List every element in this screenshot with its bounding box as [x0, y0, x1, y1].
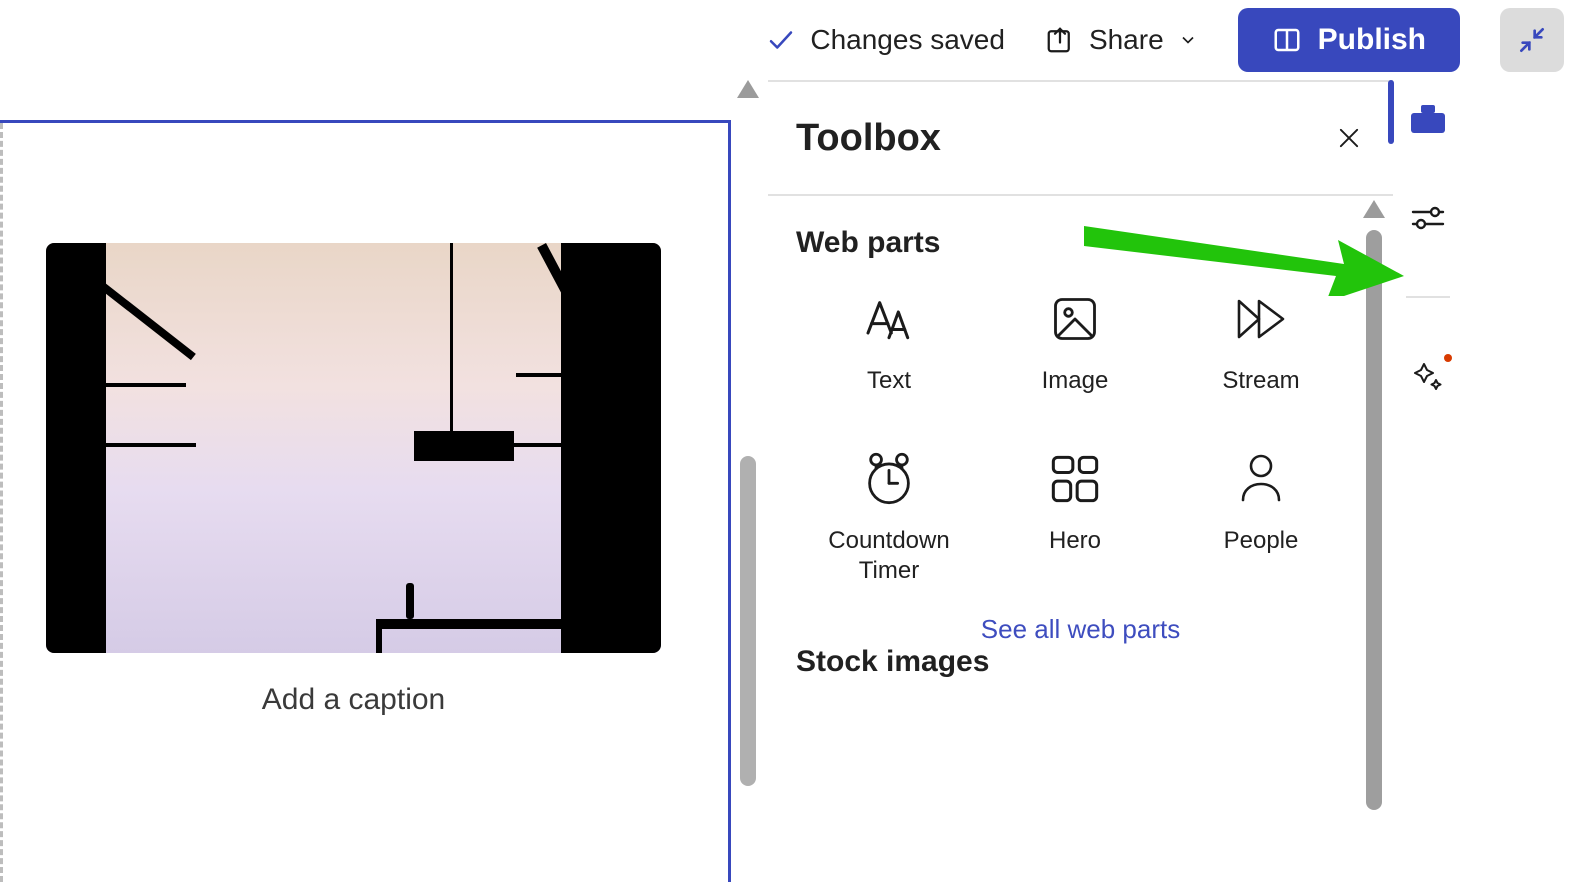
- webparts-heading: Web parts: [796, 226, 1365, 260]
- text-icon: [861, 290, 917, 348]
- active-tab-indicator: [1388, 80, 1394, 144]
- right-rail: [1398, 80, 1458, 882]
- toolbox-icon: [1411, 105, 1445, 135]
- webparts-grid: Text Image: [796, 290, 1365, 610]
- save-status-text: Changes saved: [810, 24, 1005, 56]
- webpart-stream[interactable]: Stream: [1168, 290, 1354, 450]
- panel-icon: [1272, 25, 1302, 55]
- check-icon: [766, 25, 796, 55]
- rail-divider: [1406, 296, 1450, 298]
- image-icon: [1049, 290, 1101, 348]
- rail-settings-tab[interactable]: [1408, 198, 1448, 238]
- webpart-label: Countdown Timer: [796, 526, 982, 586]
- notification-dot: [1444, 354, 1452, 362]
- share-menu[interactable]: Share: [1045, 24, 1198, 56]
- scroll-thumb[interactable]: [1366, 230, 1382, 810]
- webpart-hero[interactable]: Hero: [982, 450, 1168, 610]
- stock-images-heading: Stock images: [796, 645, 1365, 679]
- sliders-icon: [1411, 204, 1445, 232]
- webpart-label: Image: [1042, 366, 1109, 396]
- see-all-webparts-link[interactable]: See all web parts: [796, 614, 1365, 645]
- toolbox-scrollbar[interactable]: [1363, 200, 1385, 860]
- share-icon: [1045, 25, 1075, 55]
- collapse-button[interactable]: [1500, 8, 1564, 72]
- webpart-people[interactable]: People: [1168, 450, 1354, 610]
- rail-toolbox-tab[interactable]: [1408, 100, 1448, 140]
- canvas-section[interactable]: Add a caption: [0, 120, 731, 882]
- hero-icon: [1048, 450, 1102, 508]
- stream-icon: [1233, 290, 1289, 348]
- timer-icon: [863, 450, 915, 508]
- command-bar: Changes saved Share Publish: [0, 0, 1588, 80]
- chevron-down-icon: [1178, 30, 1198, 50]
- webpart-label: Hero: [1049, 526, 1101, 556]
- people-icon: [1237, 450, 1285, 508]
- scroll-up-icon[interactable]: [737, 80, 759, 98]
- toolbox-title: Toolbox: [796, 117, 941, 160]
- sparkle-icon: [1412, 360, 1444, 392]
- webpart-label: Stream: [1222, 366, 1299, 396]
- image-webpart[interactable]: [46, 243, 661, 653]
- scroll-up-icon[interactable]: [1363, 200, 1385, 218]
- webpart-countdown[interactable]: Countdown Timer: [796, 450, 982, 610]
- publish-button[interactable]: Publish: [1238, 8, 1460, 72]
- canvas-scrollbar[interactable]: [737, 80, 759, 880]
- webpart-label: Text: [867, 366, 911, 396]
- scroll-thumb[interactable]: [740, 456, 756, 786]
- close-icon[interactable]: [1335, 124, 1363, 152]
- webpart-label: People: [1224, 526, 1299, 556]
- save-status: Changes saved: [766, 24, 1005, 56]
- image-caption-input[interactable]: Add a caption: [46, 683, 661, 717]
- rail-design-tab[interactable]: [1408, 356, 1448, 396]
- toolbox-panel: Toolbox Web parts Text: [768, 80, 1393, 882]
- webpart-text[interactable]: Text: [796, 290, 982, 450]
- webpart-image[interactable]: Image: [982, 290, 1168, 450]
- publish-label: Publish: [1318, 23, 1426, 57]
- share-label: Share: [1089, 24, 1164, 56]
- collapse-icon: [1516, 24, 1548, 56]
